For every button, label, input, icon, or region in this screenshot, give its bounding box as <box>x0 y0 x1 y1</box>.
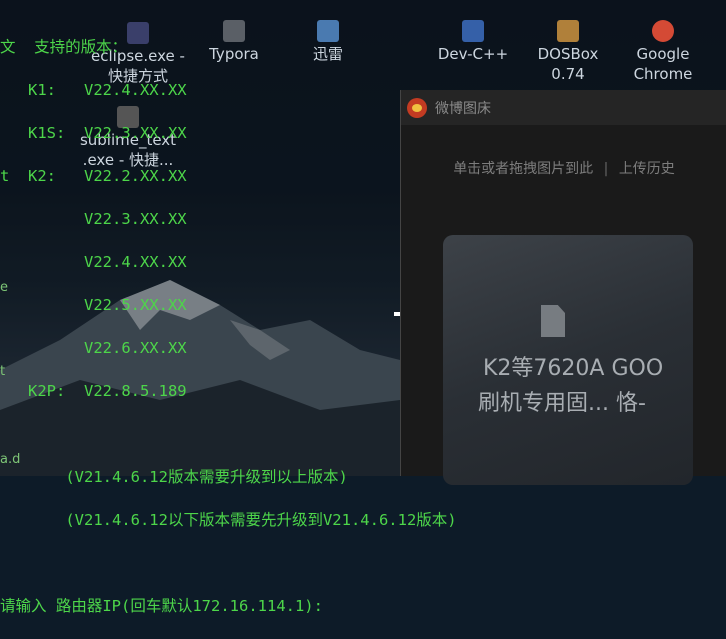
desktop-icon-chrome[interactable]: Google Chrome <box>613 20 713 84</box>
desktop-icon-label: DOSBox <box>537 45 599 63</box>
upload-toolbar: 单击或者拖拽图片到此 | 上传历史 <box>401 158 726 178</box>
weibo-uploader-window[interactable]: 微博图床 单击或者拖拽图片到此 | 上传历史 K2等7620A GOO 刷机专用… <box>400 90 726 485</box>
devcpp-icon <box>462 20 484 42</box>
window-title: 微博图床 <box>435 100 491 117</box>
edge-fragment: t <box>0 364 6 379</box>
upload-dropzone-link[interactable]: 单击或者拖拽图片到此 <box>453 161 593 177</box>
dosbox-icon <box>557 20 579 42</box>
console-line: V22.3.XX.XX <box>0 209 187 228</box>
console-line: ​ <box>0 424 457 446</box>
desktop-icon-dosbox[interactable]: DOSBox 0.74 <box>518 20 618 84</box>
separator: | <box>603 161 609 177</box>
console-line: (V21.4.6.12版本需要升级到以上版本) <box>0 467 348 486</box>
desktop-icon-label: Google <box>636 45 690 63</box>
console-output: 文 支持的版本： K1: V22.4.XX.XX K1S: V22.3.XX.X… <box>0 15 457 639</box>
file-icon <box>541 305 565 337</box>
console-line: V22.4.XX.XX <box>0 252 187 271</box>
console-line: V22.5.XX.XX <box>0 295 187 314</box>
console-line: ​ <box>0 553 457 575</box>
upload-history-link[interactable]: 上传历史 <box>619 161 675 177</box>
edge-fragment: e <box>0 280 8 295</box>
console-line: V22.6.XX.XX <box>0 338 187 357</box>
card-filename: 刷机专用固... 恪- <box>478 391 646 416</box>
console-line: K2P: V22.8.5.189 <box>0 381 187 400</box>
desktop-icon-label: Chrome <box>633 65 693 83</box>
console-line: (V21.4.6.12以下版本需要先升级到V21.4.6.12版本) <box>0 510 457 529</box>
window-titlebar[interactable]: 微博图床 <box>401 90 726 125</box>
image-card[interactable]: K2等7620A GOO 刷机专用固... 恪- <box>443 235 693 485</box>
console-prompt[interactable]: 请输入 路由器IP(回车默认172.16.114.1): <box>0 596 457 618</box>
console-line: 文 支持的版本： <box>0 37 128 56</box>
chrome-icon <box>652 20 674 42</box>
console-line: t K2: V22.2.XX.XX <box>0 166 187 185</box>
console-line: K1S: V22.3.XX.XX <box>0 123 187 142</box>
weibo-logo-icon <box>407 97 427 118</box>
desktop-icon-label: 0.74 <box>551 65 585 83</box>
console-line: K1: V22.4.XX.XX <box>0 80 187 99</box>
edge-fragment: a.d <box>0 452 21 467</box>
card-filename: K2等7620A GOO <box>483 356 664 381</box>
